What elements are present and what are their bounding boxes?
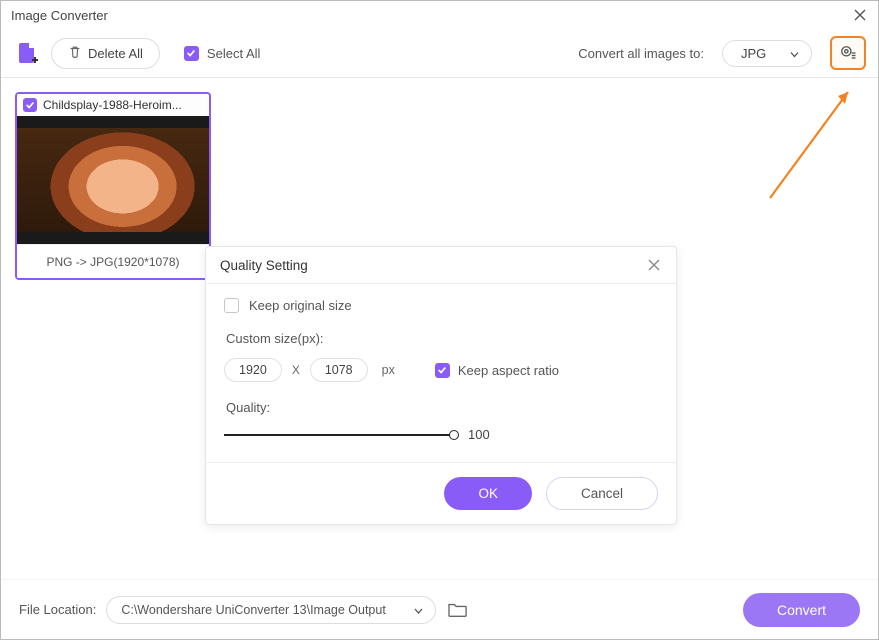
- x-separator: X: [292, 363, 300, 377]
- add-file-button[interactable]: [13, 39, 41, 67]
- quality-label: Quality:: [226, 400, 658, 415]
- convert-to-label: Convert all images to:: [578, 46, 704, 61]
- cancel-button[interactable]: Cancel: [546, 477, 658, 510]
- select-all-label: Select All: [207, 46, 260, 61]
- px-label: px: [382, 363, 395, 377]
- keep-original-label: Keep original size: [249, 298, 352, 313]
- canvas-area: Childsplay-1988-Heroim... PNG -> JPG(192…: [1, 78, 878, 582]
- open-folder-button[interactable]: [446, 600, 470, 620]
- card-filename: Childsplay-1988-Heroim...: [43, 98, 182, 112]
- window-title: Image Converter: [11, 8, 108, 23]
- checkbox-checked-icon: [435, 363, 450, 378]
- file-location-select[interactable]: C:\Wondershare UniConverter 13\Image Out…: [106, 596, 436, 624]
- titlebar: Image Converter: [1, 1, 878, 29]
- annotation-arrow: [670, 78, 870, 278]
- dialog-header: Quality Setting: [206, 247, 676, 284]
- dialog-close-icon[interactable]: [646, 257, 662, 273]
- custom-size-label: Custom size(px):: [226, 331, 658, 346]
- select-all-checkbox[interactable]: Select All: [184, 46, 260, 61]
- card-conversion-label: PNG -> JPG(1920*1078): [17, 244, 209, 278]
- close-icon[interactable]: [852, 7, 868, 23]
- keep-ratio-checkbox[interactable]: Keep aspect ratio: [435, 363, 559, 378]
- format-value: JPG: [741, 46, 766, 61]
- keep-original-checkbox[interactable]: Keep original size: [224, 298, 658, 313]
- toolbar: Delete All Select All Convert all images…: [1, 29, 878, 77]
- card-thumbnail: [17, 116, 209, 244]
- file-location-path: C:\Wondershare UniConverter 13\Image Out…: [121, 603, 385, 617]
- checkbox-unchecked-icon: [224, 298, 239, 313]
- keep-ratio-label: Keep aspect ratio: [458, 363, 559, 378]
- dialog-title: Quality Setting: [220, 258, 308, 273]
- convert-button[interactable]: Convert: [743, 593, 860, 627]
- chevron-down-icon: [414, 603, 423, 617]
- card-header: Childsplay-1988-Heroim...: [17, 94, 209, 116]
- chevron-down-icon: [790, 46, 799, 61]
- width-input[interactable]: 1920: [224, 358, 282, 382]
- footer: File Location: C:\Wondershare UniConvert…: [1, 579, 878, 639]
- delete-all-label: Delete All: [88, 46, 143, 61]
- delete-all-button[interactable]: Delete All: [51, 38, 160, 69]
- quality-value: 100: [468, 427, 490, 442]
- checkbox-checked-icon[interactable]: [23, 98, 37, 112]
- file-location-label: File Location:: [19, 602, 96, 617]
- quality-dialog: Quality Setting Keep original size Custo…: [205, 246, 677, 525]
- image-card[interactable]: Childsplay-1988-Heroim... PNG -> JPG(192…: [15, 92, 211, 280]
- height-input[interactable]: 1078: [310, 358, 368, 382]
- trash-icon: [68, 45, 82, 62]
- quality-slider[interactable]: [224, 434, 454, 436]
- ok-button[interactable]: OK: [444, 477, 532, 510]
- slider-thumb[interactable]: [449, 430, 459, 440]
- format-select[interactable]: JPG: [722, 40, 812, 67]
- checkbox-checked-icon: [184, 46, 199, 61]
- settings-button[interactable]: [830, 36, 866, 70]
